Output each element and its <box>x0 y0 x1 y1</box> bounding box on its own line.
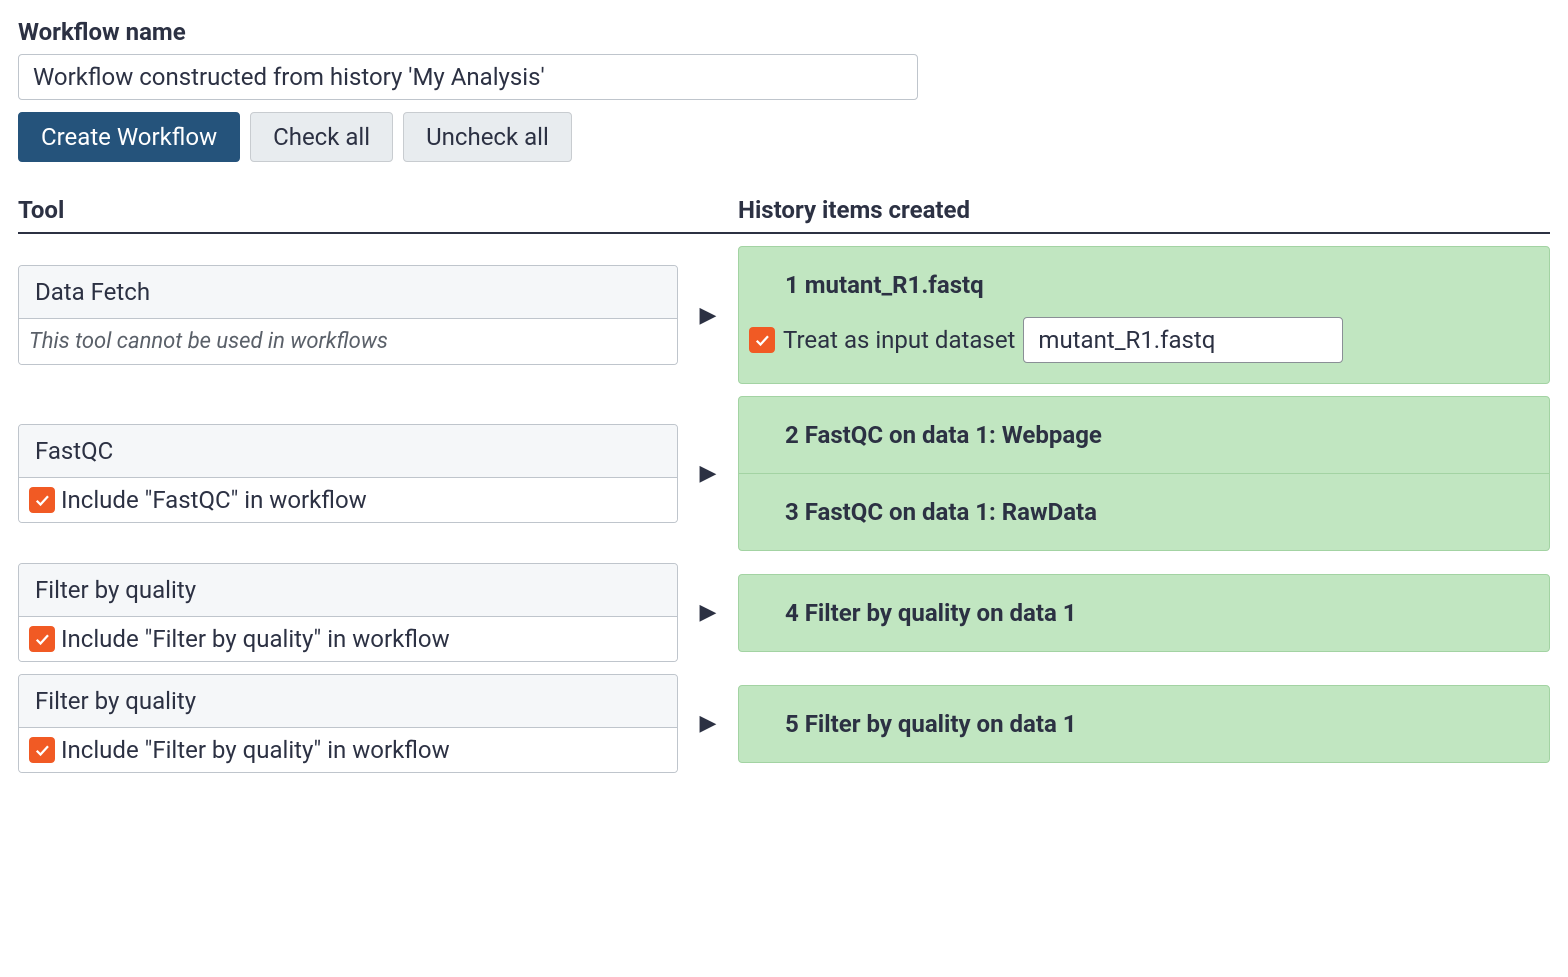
history-item-title: 4 Filter by quality on data 1 <box>785 599 1503 627</box>
tool-box: FastQC Include "FastQC" in workflow <box>18 424 678 523</box>
workflow-row: Data Fetch This tool cannot be used in w… <box>18 246 1550 384</box>
tool-column: Filter by quality Include "Filter by qua… <box>18 563 678 662</box>
tool-box-header: Data Fetch <box>19 266 677 319</box>
include-text: Include "Filter by quality" in workflow <box>61 736 450 764</box>
tool-column: Data Fetch This tool cannot be used in w… <box>18 265 678 365</box>
arrow-right-icon: ▶ <box>700 600 717 625</box>
tool-box-body: Include "Filter by quality" in workflow <box>19 728 677 772</box>
workflow-row: FastQC Include "FastQC" in workflow ▶ 2 … <box>18 396 1550 551</box>
history-column: 5 Filter by quality on data 1 <box>738 685 1550 763</box>
checkmark-icon <box>33 741 51 759</box>
tool-box: Filter by quality Include "Filter by qua… <box>18 563 678 662</box>
arrow-column: ▶ <box>678 303 738 328</box>
arrow-right-icon: ▶ <box>700 711 717 736</box>
tool-box: Data Fetch This tool cannot be used in w… <box>18 265 678 365</box>
history-item-title: 3 FastQC on data 1: RawData <box>785 498 1503 526</box>
tool-column: Filter by quality Include "Filter by qua… <box>18 674 678 773</box>
include-in-workflow-checkbox[interactable] <box>29 626 55 652</box>
arrow-right-icon: ▶ <box>700 461 717 486</box>
history-column: 1 mutant_R1.fastq Treat as input dataset <box>738 246 1550 384</box>
history-item-title: 2 FastQC on data 1: Webpage <box>785 421 1503 449</box>
tool-box-body: Include "Filter by quality" in workflow <box>19 617 677 661</box>
history-column-header: History items created <box>738 196 1550 224</box>
history-column: 4 Filter by quality on data 1 <box>738 574 1550 652</box>
history-item[interactable]: 3 FastQC on data 1: RawData <box>738 473 1550 551</box>
treat-as-input-field[interactable] <box>1023 317 1343 363</box>
treat-as-input-label: Treat as input dataset <box>783 326 1015 354</box>
history-item-title: 5 Filter by quality on data 1 <box>785 710 1503 738</box>
history-column: 2 FastQC on data 1: Webpage 3 FastQC on … <box>738 396 1550 551</box>
history-stack: 2 FastQC on data 1: Webpage 3 FastQC on … <box>738 396 1550 551</box>
history-item[interactable]: 5 Filter by quality on data 1 <box>738 685 1550 763</box>
include-text: Include "FastQC" in workflow <box>61 486 367 514</box>
workflow-name-label: Workflow name <box>18 18 1550 46</box>
tool-box: Filter by quality Include "Filter by qua… <box>18 674 678 773</box>
arrow-column: ▶ <box>678 711 738 736</box>
tool-body-text: This tool cannot be used in workflows <box>29 329 388 354</box>
workflow-row: Filter by quality Include "Filter by qua… <box>18 674 1550 773</box>
history-item[interactable]: 4 Filter by quality on data 1 <box>738 574 1550 652</box>
check-all-button[interactable]: Check all <box>250 112 393 162</box>
checkmark-icon <box>753 331 771 349</box>
arrow-column: ▶ <box>678 461 738 486</box>
history-item[interactable]: 1 mutant_R1.fastq Treat as input dataset <box>738 246 1550 384</box>
tool-box-header: Filter by quality <box>19 564 677 617</box>
tool-box-body: This tool cannot be used in workflows <box>19 319 677 364</box>
create-workflow-button[interactable]: Create Workflow <box>18 112 240 162</box>
checkmark-icon <box>33 491 51 509</box>
history-item-controls: Treat as input dataset <box>749 317 1503 363</box>
treat-as-input-checkbox[interactable] <box>749 327 775 353</box>
tool-column: FastQC Include "FastQC" in workflow <box>18 424 678 523</box>
workflow-name-input[interactable] <box>18 54 918 100</box>
history-item[interactable]: 2 FastQC on data 1: Webpage <box>738 396 1550 474</box>
button-row: Create Workflow Check all Uncheck all <box>18 112 1550 162</box>
tool-box-header: Filter by quality <box>19 675 677 728</box>
arrow-column: ▶ <box>678 600 738 625</box>
tool-column-header: Tool <box>18 196 738 224</box>
history-item-title: 1 mutant_R1.fastq <box>785 271 1503 299</box>
include-text: Include "Filter by quality" in workflow <box>61 625 450 653</box>
arrow-right-icon: ▶ <box>700 303 717 328</box>
uncheck-all-button[interactable]: Uncheck all <box>403 112 572 162</box>
tool-box-body: Include "FastQC" in workflow <box>19 478 677 522</box>
tool-box-header: FastQC <box>19 425 677 478</box>
workflow-row: Filter by quality Include "Filter by qua… <box>18 563 1550 662</box>
include-in-workflow-checkbox[interactable] <box>29 487 55 513</box>
columns-header: Tool History items created <box>18 196 1550 234</box>
include-in-workflow-checkbox[interactable] <box>29 737 55 763</box>
checkmark-icon <box>33 630 51 648</box>
